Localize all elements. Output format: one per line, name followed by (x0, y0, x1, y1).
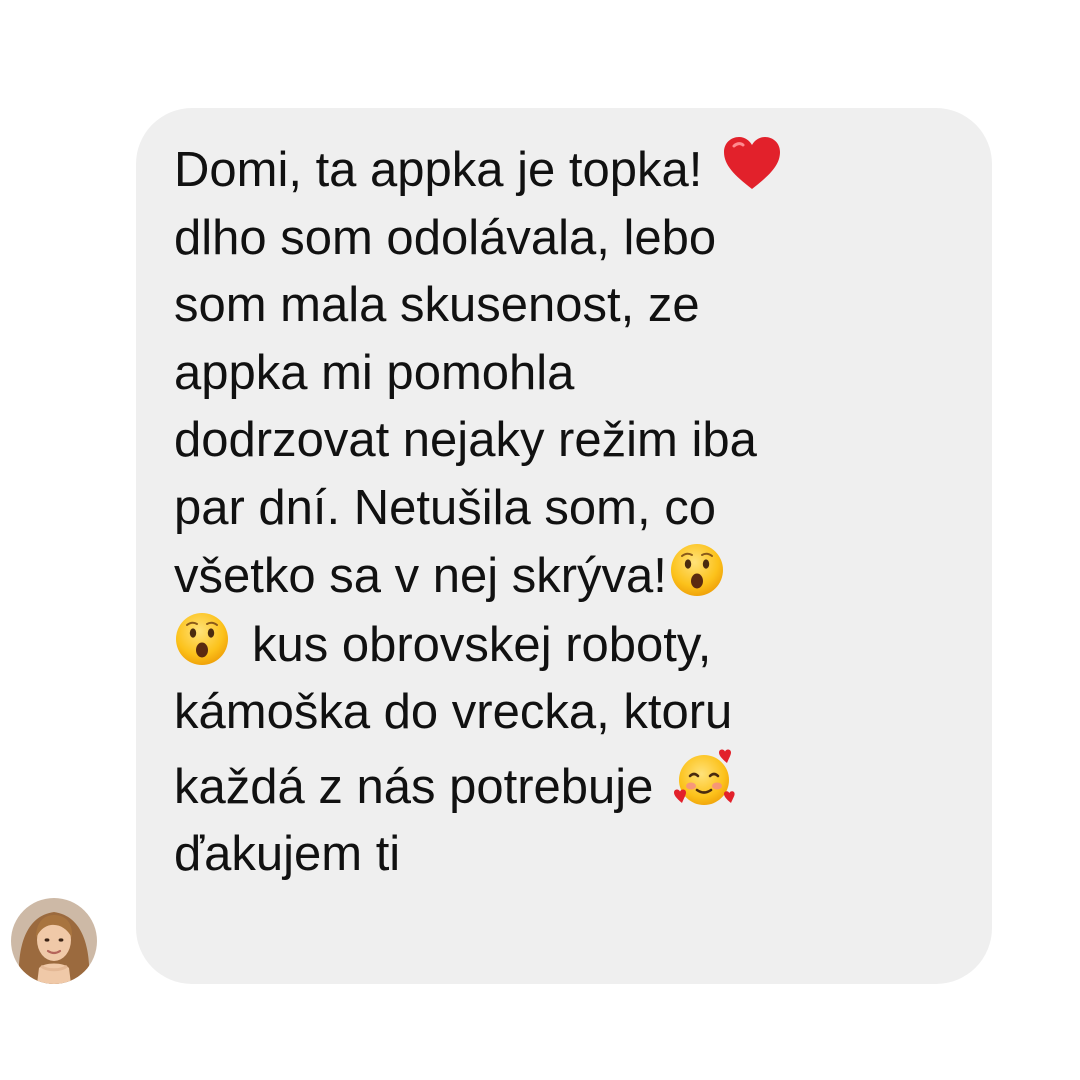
message-line: ďakujem ti (174, 827, 401, 881)
avatar[interactable] (11, 898, 97, 984)
message-line-text: každá z nás potrebuje (174, 759, 654, 814)
message-line: kus obrovskej roboty, (174, 611, 974, 680)
red-heart-icon (722, 136, 782, 192)
message-line-text: kus obrovskej roboty, (252, 617, 712, 672)
message-line: som mala skusenost, ze (174, 278, 700, 332)
message-line: Domi, ta appka je topka! (174, 136, 974, 205)
message-line: appka mi pomohla (174, 345, 575, 400)
message-line: všetko sa v nej skrýva! (174, 542, 974, 611)
message-line-text: všetko sa v nej skrýva! (174, 549, 667, 603)
avatar-image (11, 898, 97, 984)
message-bubble[interactable]: Domi, ta appka je topka! dlho som odoláv… (136, 108, 992, 984)
message-line: dlho som odolávala, lebo (174, 210, 717, 265)
smiling-face-with-hearts-icon (673, 747, 739, 809)
message-line: každá z nás potrebuje (174, 747, 974, 822)
message-text: Domi, ta appka je topka! dlho som odoláv… (174, 136, 974, 889)
hushed-face-icon (669, 542, 725, 598)
message-line: kámoška do vrecka, ktoru (174, 685, 733, 739)
message-line: dodrzovat nejaky režim iba (174, 413, 757, 467)
hushed-face-icon (174, 611, 230, 667)
message-line: par dní. Netušila som, co (174, 480, 716, 535)
message-line-text: Domi, ta appka je topka! (174, 143, 703, 197)
